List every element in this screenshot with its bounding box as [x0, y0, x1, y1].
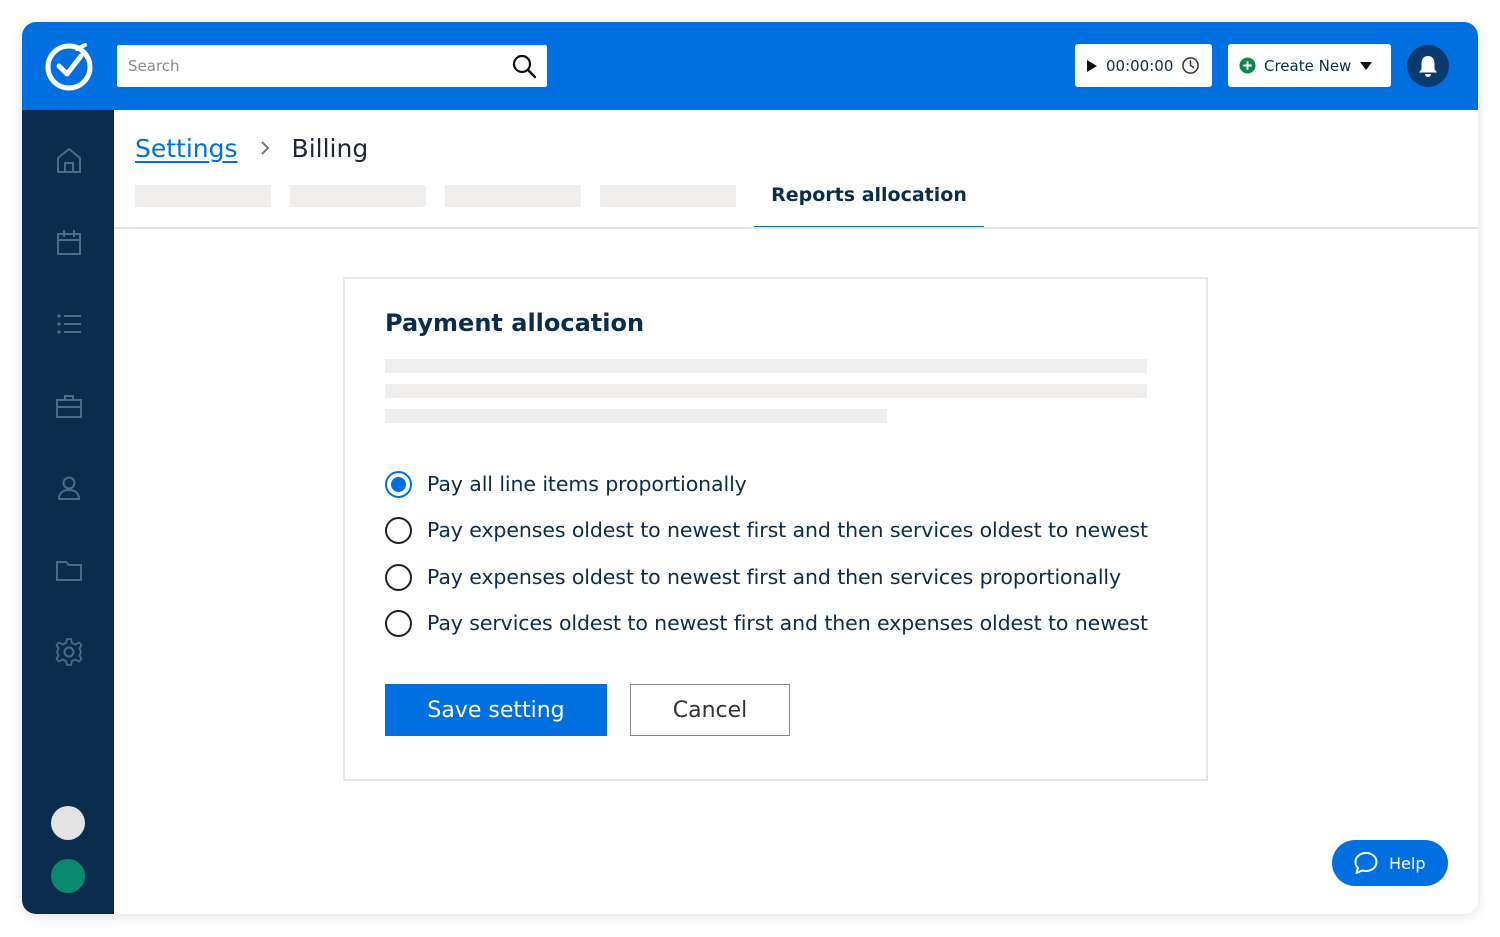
payment-allocation-card: Payment allocation Pay all line items pr… [343, 277, 1208, 781]
sidebar-item-matters[interactable] [51, 388, 87, 424]
app-logo-icon[interactable] [44, 42, 94, 92]
sidebar-item-documents[interactable] [51, 552, 87, 588]
timer-value: 00:00:00 [1106, 56, 1174, 75]
gear-icon [55, 638, 83, 666]
tab-placeholder[interactable] [445, 185, 581, 207]
cancel-button[interactable]: Cancel [630, 684, 790, 736]
radio-label: Pay services oldest to newest first and … [427, 611, 1148, 635]
clock-icon [1182, 57, 1200, 74]
timer-button[interactable]: 00:00:00 [1075, 44, 1212, 87]
radio-option-proportional[interactable]: Pay all line items proportionally [385, 469, 747, 499]
text-placeholder-line [385, 409, 887, 423]
tab-label: Reports allocation [771, 184, 967, 206]
folder-icon [56, 561, 82, 581]
briefcase-icon [56, 395, 82, 418]
tab-reports-allocation[interactable]: Reports allocation [754, 172, 984, 229]
caret-down-icon [1360, 61, 1373, 70]
status-avatar[interactable] [51, 859, 85, 893]
radio-option-expenses-then-services-oldest[interactable]: Pay expenses oldest to newest first and … [385, 515, 1148, 545]
radio-button[interactable] [385, 470, 412, 498]
app-window: 00:00:00 Create New [22, 22, 1478, 914]
chat-bubble-icon [1354, 852, 1378, 874]
radio-label: Pay expenses oldest to newest first and … [427, 565, 1122, 589]
radio-option-services-then-expenses-oldest[interactable]: Pay services oldest to newest first and … [385, 608, 1148, 638]
calendar-icon [57, 230, 81, 255]
radio-button[interactable] [385, 516, 412, 544]
radio-label: Pay expenses oldest to newest first and … [427, 518, 1148, 542]
create-new-label: Create New [1264, 56, 1352, 75]
tabs-divider [114, 227, 1478, 229]
notifications-button[interactable] [1407, 45, 1449, 87]
sidebar-item-settings[interactable] [51, 634, 87, 670]
radio-option-expenses-then-services-proportional[interactable]: Pay expenses oldest to newest first and … [385, 562, 1121, 592]
search-icon[interactable] [511, 53, 537, 79]
avatar[interactable] [51, 806, 85, 840]
sidebar-item-list[interactable] [51, 306, 87, 342]
card-title: Payment allocation [385, 309, 645, 337]
help-button[interactable]: Help [1332, 840, 1448, 886]
sidebar [22, 110, 114, 914]
breadcrumb-settings-link[interactable]: Settings [135, 134, 238, 163]
search-input[interactable] [117, 45, 497, 87]
text-placeholder-line [385, 384, 1147, 398]
sidebar-item-calendar[interactable] [51, 224, 87, 260]
list-icon [57, 314, 81, 334]
save-setting-button[interactable]: Save setting [385, 684, 607, 736]
tab-placeholder[interactable] [290, 185, 426, 207]
play-icon [1087, 59, 1097, 72]
help-label: Help [1389, 853, 1426, 873]
radio-button[interactable] [385, 609, 412, 637]
person-icon [57, 476, 81, 500]
tab-placeholder[interactable] [135, 185, 271, 207]
top-bar: 00:00:00 Create New [22, 22, 1478, 110]
sidebar-item-home[interactable] [51, 142, 87, 178]
home-icon [57, 147, 81, 173]
create-new-button[interactable]: Create New [1228, 44, 1391, 87]
text-placeholder-line [385, 359, 1147, 373]
tab-placeholder[interactable] [600, 185, 736, 207]
chevron-right-icon [260, 141, 269, 155]
breadcrumb: Settings Billing [135, 128, 368, 168]
page-title: Billing [291, 133, 369, 163]
sidebar-item-contacts[interactable] [51, 470, 87, 506]
search-box [117, 45, 547, 87]
plus-circle-icon [1239, 57, 1256, 74]
radio-button[interactable] [385, 563, 412, 591]
bell-icon [1419, 56, 1437, 77]
radio-label: Pay all line items proportionally [427, 472, 747, 496]
